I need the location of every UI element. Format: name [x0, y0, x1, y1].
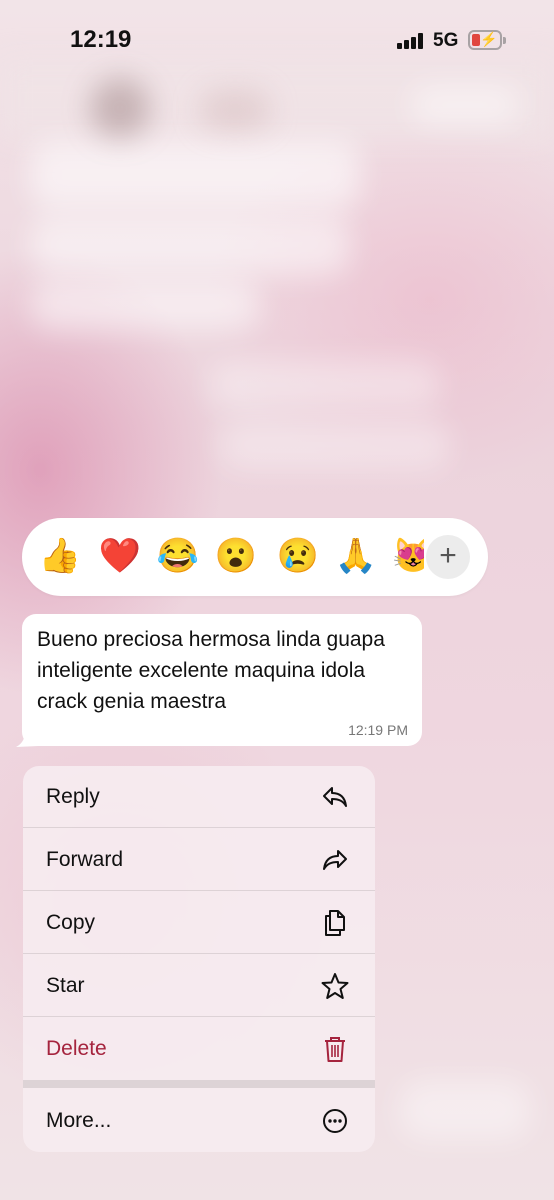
plus-icon: + — [439, 539, 457, 572]
more-icon — [321, 1107, 349, 1135]
reaction-laughing[interactable]: 😂 — [156, 536, 200, 576]
message-text: Bueno preciosa hermosa linda guapa intel… — [37, 628, 385, 713]
reply-icon — [321, 783, 349, 811]
menu-item-label: Reply — [46, 784, 100, 808]
menu-item-label: Forward — [46, 847, 124, 871]
more-reactions-button[interactable]: + — [426, 535, 470, 579]
message-bubble[interactable]: Bueno preciosa hermosa linda guapa intel… — [22, 614, 422, 746]
reaction-bar: 👍 ❤️ 😂 😮 😢 🙏 😻 + — [22, 518, 488, 596]
menu-item-more[interactable]: More... — [23, 1090, 375, 1152]
reaction-thumbs-up[interactable]: 👍 — [38, 536, 82, 576]
message-context-menu: Reply Forward Copy Star Delete More... — [23, 766, 375, 1152]
status-time: 12:19 — [70, 26, 132, 53]
message-timestamp: 12:19 PM — [348, 722, 408, 738]
battery-icon: ⚡ — [468, 30, 502, 50]
copy-icon — [321, 909, 349, 937]
menu-item-copy[interactable]: Copy — [23, 892, 375, 954]
network-label: 5G — [433, 30, 459, 51]
menu-item-label: Copy — [46, 910, 96, 934]
reaction-heart-eyes-cat[interactable]: 😻 — [392, 536, 424, 576]
signal-icon — [397, 33, 423, 49]
menu-item-delete[interactable]: Delete — [23, 1018, 375, 1080]
menu-item-star[interactable]: Star — [23, 955, 375, 1017]
menu-item-reply[interactable]: Reply — [23, 766, 375, 828]
reaction-crying[interactable]: 😢 — [276, 536, 320, 576]
reaction-pray[interactable]: 🙏 — [334, 536, 378, 576]
forward-icon — [321, 846, 349, 874]
menu-item-label: Delete — [46, 1037, 107, 1060]
menu-separator — [23, 1080, 375, 1088]
trash-icon — [321, 1035, 349, 1063]
star-icon — [321, 972, 349, 1000]
menu-item-label: Star — [46, 973, 85, 997]
menu-item-label: More... — [46, 1109, 112, 1132]
reaction-surprised[interactable]: 😮 — [214, 536, 258, 576]
menu-item-forward[interactable]: Forward — [23, 829, 375, 891]
reaction-heart[interactable]: ❤️ — [98, 536, 142, 576]
